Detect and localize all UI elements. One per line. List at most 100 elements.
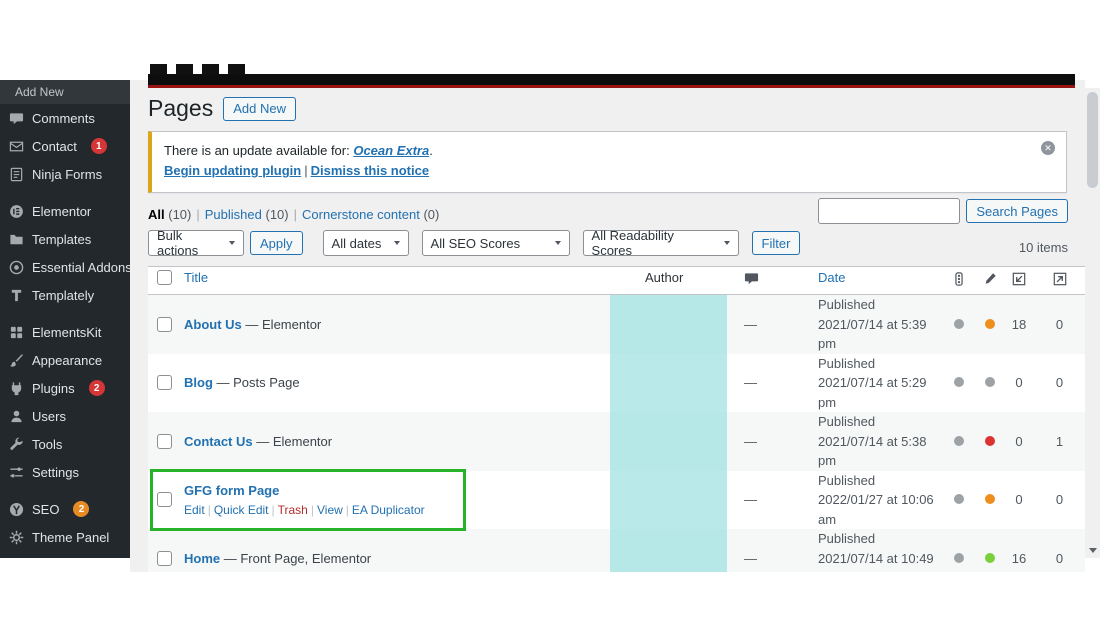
sidebar-item-essential-addons[interactable]: Essential Addons [0,253,130,281]
author-cell [639,558,736,559]
plugins-icon [9,381,24,396]
sidebar-item-appearance[interactable]: Appearance [0,346,130,374]
sidebar-item-elementskit[interactable]: ElementsKit [0,318,130,346]
search-pages-button[interactable]: Search Pages [966,199,1068,223]
trash-action[interactable]: Trash [278,503,308,517]
page-title-link[interactable]: Home [184,551,220,566]
view-published[interactable]: Published [205,207,262,222]
bulk-actions-select[interactable]: Bulk actions [148,228,244,258]
dates-filter-select[interactable]: All dates [322,230,409,257]
view-action[interactable]: View [317,503,343,517]
contact-count-badge: 1 [90,138,107,154]
internal-links-count: 0 [1015,492,1023,508]
date-column-header[interactable]: Date [812,270,942,285]
window-remnant-bar [148,74,1075,85]
sidebar-item-ninja-forms[interactable]: Ninja Forms [0,160,130,188]
ea-duplicator-action[interactable]: EA Duplicator [352,503,425,517]
sidebar-item-templately[interactable]: Templately [0,281,130,309]
author-cell [639,382,736,383]
row-checkbox[interactable] [157,316,172,332]
down-triangle-icon [1088,548,1097,553]
comments-column-header [736,270,812,286]
users-icon [9,409,24,424]
readability-filter-select[interactable]: All Readability Scores [582,228,739,258]
dismiss-icon[interactable]: ✕ [1041,140,1055,155]
row-checkbox[interactable] [157,492,172,508]
readability-score-dot [985,435,995,446]
scrollbar-thumb[interactable] [1087,92,1098,188]
row-checkbox[interactable] [157,433,172,449]
author-cell [639,441,736,442]
items-count: 10 items [1018,240,1068,255]
row-checkbox[interactable] [157,375,172,391]
sidebar-item-settings[interactable]: Settings [0,458,130,486]
sidebar-item-tools[interactable]: Tools [0,430,130,458]
sidebar-item-label: Contact [32,138,77,154]
comment-count: — [744,433,757,449]
page-title-link[interactable]: Contact Us [184,434,253,449]
sidebar-item-comments[interactable]: Comments [0,104,130,132]
vertical-scrollbar[interactable] [1085,88,1100,558]
seo-score-dot [954,377,964,388]
seo-score-column-header[interactable] [942,270,976,286]
outgoing-links-column-header[interactable] [1034,270,1085,286]
sidebar-item-label: Comments [32,110,95,126]
page-title-link[interactable]: Blog [184,375,213,390]
title-column-header[interactable]: Title [184,270,639,285]
table-row: About Us — Elementor — Published 2021/07/… [148,295,1085,354]
appearance-icon [9,353,24,368]
publish-status: Published [818,531,876,547]
window-remnant-tabs [150,64,245,75]
pages-table: Title Author Date About Us — Elementor —… [148,266,1085,572]
publish-status: Published [818,297,876,313]
row-checkbox[interactable] [157,550,172,566]
sidebar-item-label: Essential Addons [32,259,130,275]
edit-action[interactable]: Edit [184,503,205,517]
quick-edit-action[interactable]: Quick Edit [214,503,269,517]
contact-icon [9,139,24,154]
window-remnant-tab [202,64,219,75]
view-all[interactable]: All (10) [148,207,191,222]
ocean-extra-link[interactable]: Ocean Extra [353,143,429,158]
add-new-button[interactable]: Add New [223,96,296,121]
chevron-down-icon [723,241,730,246]
sidebar-item-add-new[interactable]: Add New [0,80,130,104]
sidebar-item-label: Elementor [32,203,92,219]
update-notice: There is an update available for: Ocean … [148,130,1067,194]
sidebar-item-templates[interactable]: Templates [0,225,130,253]
scrollbar-down-arrow[interactable] [1085,543,1100,558]
sidebar-item-users[interactable]: Users [0,402,130,430]
sidebar-item-elementor[interactable]: Elementor [0,197,130,225]
search-input[interactable] [818,198,961,224]
internal-links-column-header[interactable] [1004,270,1034,286]
begin-updating-link[interactable]: Begin updating plugin [164,163,301,178]
sidebar-item-theme-panel[interactable]: Theme Panel [0,523,130,551]
page-title-link[interactable]: About Us [184,317,242,332]
apply-button[interactable]: Apply [250,231,303,256]
author-column-header: Author [645,270,684,286]
view-cornerstone[interactable]: Cornerstone content [302,207,420,222]
notice-text: There is an update available for: [164,142,354,158]
seo-scores-filter-select[interactable]: All SEO Scores [421,230,570,257]
sidebar-item-label: Plugins [32,380,75,396]
sidebar-item-seo[interactable]: SEO 2 [0,495,130,523]
list-toolbar: Bulk actions Apply All dates All SEO Sco… [148,228,1067,258]
publish-date: 2022/01/27 at 10:06 am [818,492,934,527]
seo-score-dot [954,435,964,446]
dismiss-notice-link[interactable]: Dismiss this notice [311,163,429,178]
filter-button[interactable]: Filter [751,231,801,256]
sidebar-item-contact[interactable]: Contact 1 [0,132,130,160]
readability-column-header[interactable] [976,270,1004,285]
chevron-down-icon [393,241,400,246]
seo-score-dot [954,552,964,563]
plugins-update-badge: 2 [88,380,105,396]
readability-score-dot [985,552,995,563]
select-all-checkbox[interactable] [157,270,172,286]
essential-addons-icon [9,260,24,275]
sidebar-item-plugins[interactable]: Plugins 2 [0,374,130,402]
seo-notification-badge: 2 [73,501,90,517]
templates-icon [9,232,24,247]
sidebar-item-label: Add New [15,85,64,99]
page-title-link[interactable]: GFG form Page [184,483,279,498]
